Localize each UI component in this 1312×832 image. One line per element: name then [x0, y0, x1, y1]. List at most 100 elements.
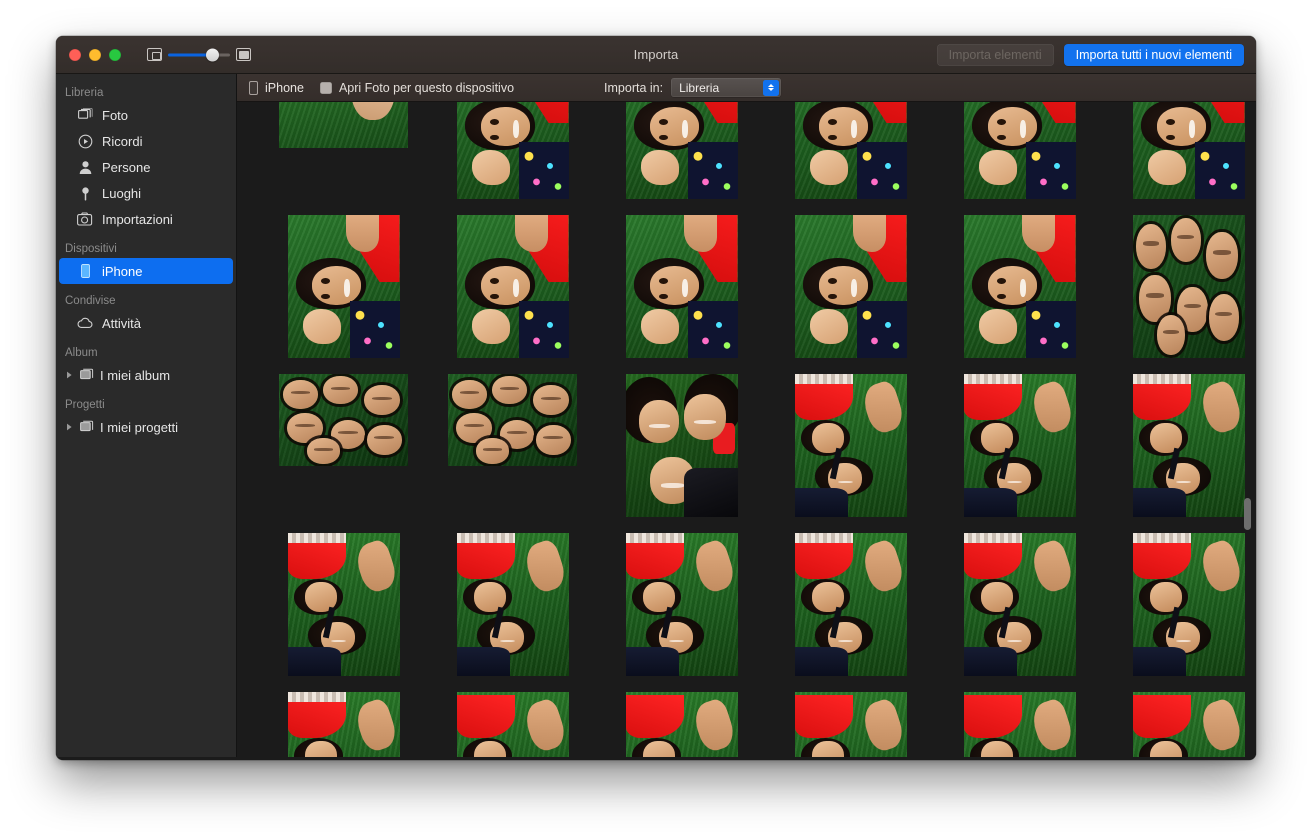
import-destination-group: Importa in: Libreria [604, 78, 782, 97]
photo-thumbnail[interactable] [625, 374, 738, 517]
chevron-right-icon[interactable] [65, 371, 74, 379]
photo-thumbnail[interactable] [456, 102, 569, 199]
sidebar-item-importazioni[interactable]: Importazioni [59, 206, 233, 232]
sidebar-item-i-miei-progetti[interactable]: I miei progetti [59, 414, 233, 440]
photo-thumbnail[interactable] [963, 692, 1076, 757]
thumbnail-zoom-control[interactable] [147, 48, 251, 62]
photo-cell[interactable] [935, 692, 1104, 757]
photo-cell[interactable] [428, 692, 597, 757]
photo-thumbnail[interactable] [625, 102, 738, 199]
photo-thumbnail[interactable] [625, 692, 738, 757]
small-thumbnail-icon[interactable] [147, 48, 162, 61]
album-stack-icon [79, 367, 95, 383]
photo-thumbnail[interactable] [625, 533, 738, 676]
photo-cell[interactable] [259, 215, 428, 358]
photo-thumbnail[interactable] [794, 374, 907, 517]
photo-thumbnail[interactable] [456, 533, 569, 676]
photo-cell[interactable] [428, 102, 597, 199]
sidebar-item-luoghi[interactable]: Luoghi [59, 180, 233, 206]
import-toolbar: iPhone Apri Foto per questo dispositivo … [237, 74, 1256, 102]
photo-cell[interactable] [428, 215, 597, 358]
photo-grid-viewport[interactable] [237, 102, 1256, 757]
close-window-button[interactable] [69, 48, 81, 61]
sidebar-item-ricordi[interactable]: Ricordi [59, 128, 233, 154]
sidebar-section-condivise: Condivise Attività [56, 290, 236, 336]
photo-cell[interactable] [259, 102, 428, 148]
iphone-device-icon [77, 263, 93, 279]
photo-cell[interactable] [935, 102, 1104, 199]
photo-cell[interactable] [766, 374, 935, 517]
photo-thumbnail[interactable] [1132, 215, 1245, 358]
photo-thumbnail[interactable] [963, 374, 1076, 517]
photo-thumbnail[interactable] [287, 533, 400, 676]
chevron-right-icon[interactable] [65, 423, 74, 431]
import-all-new-button[interactable]: Importa tutti i nuovi elementi [1063, 43, 1244, 66]
photo-thumbnail[interactable] [963, 215, 1076, 358]
photo-thumbnail[interactable] [794, 533, 907, 676]
photo-thumbnail[interactable] [1132, 102, 1245, 199]
photo-cell[interactable] [935, 374, 1104, 517]
photo-cell[interactable] [597, 692, 766, 757]
sidebar-item-i-miei-album[interactable]: I miei album [59, 362, 233, 388]
import-destination-value: Libreria [679, 80, 720, 95]
sidebar-item-attivita[interactable]: Attività [59, 310, 233, 336]
scrollbar-thumb[interactable] [1244, 498, 1251, 530]
titlebar-actions: Importa elementi Importa tutti i nuovi e… [936, 43, 1244, 66]
photo-cell[interactable] [766, 215, 935, 358]
photo-thumbnail[interactable] [456, 215, 569, 358]
open-photos-checkbox[interactable] [319, 81, 332, 94]
photo-thumbnail[interactable] [1132, 692, 1245, 757]
sidebar-header-condivise: Condivise [65, 295, 116, 307]
photo-cell[interactable] [597, 533, 766, 676]
photo-thumbnail[interactable] [456, 692, 569, 757]
photo-cell[interactable] [766, 102, 935, 199]
maximize-window-button[interactable] [109, 48, 121, 61]
photo-cell[interactable] [428, 374, 597, 466]
photo-thumbnail[interactable] [279, 374, 408, 466]
photo-thumbnail[interactable] [1132, 533, 1245, 676]
import-destination-select[interactable]: Libreria [671, 78, 782, 97]
sidebar-item-persone[interactable]: Persone [59, 154, 233, 180]
photo-cell[interactable] [1104, 374, 1256, 517]
photo-cell[interactable] [935, 215, 1104, 358]
vertical-scrollbar[interactable] [1243, 102, 1252, 757]
photo-cell[interactable] [259, 533, 428, 676]
photo-thumbnail[interactable] [287, 215, 400, 358]
photo-thumbnail[interactable] [625, 215, 738, 358]
photo-grid-row [259, 215, 1256, 358]
photo-thumbnail[interactable] [794, 692, 907, 757]
photo-cell[interactable] [1104, 533, 1256, 676]
large-thumbnail-icon[interactable] [236, 48, 251, 61]
sidebar-item-iphone[interactable]: iPhone [59, 258, 233, 284]
photo-cell[interactable] [597, 374, 766, 517]
photo-thumbnail[interactable] [963, 102, 1076, 199]
photo-cell[interactable] [259, 374, 428, 466]
sidebar-item-foto[interactable]: Foto [59, 102, 233, 128]
photo-thumbnail[interactable] [794, 215, 907, 358]
sidebar-item-label: I miei progetti [100, 419, 179, 435]
sidebar-section-progetti: Progetti I miei progetti [56, 394, 236, 440]
photo-thumbnail[interactable] [279, 102, 408, 148]
zoom-slider-thumb[interactable] [206, 48, 219, 61]
zoom-slider[interactable] [168, 48, 230, 62]
photo-cell[interactable] [766, 533, 935, 676]
photo-cell[interactable] [1104, 102, 1256, 199]
import-selected-button[interactable]: Importa elementi [936, 43, 1054, 66]
photo-cell[interactable] [597, 215, 766, 358]
minimize-window-button[interactable] [89, 48, 101, 61]
photo-thumbnail[interactable] [287, 692, 400, 757]
photo-thumbnail[interactable] [448, 374, 577, 466]
photo-cell[interactable] [1104, 692, 1256, 757]
photo-cell[interactable] [597, 102, 766, 199]
photo-thumbnail[interactable] [963, 533, 1076, 676]
photo-cell[interactable] [766, 692, 935, 757]
photo-thumbnail[interactable] [794, 102, 907, 199]
photo-cell[interactable] [935, 533, 1104, 676]
content-area: iPhone Apri Foto per questo dispositivo … [237, 74, 1256, 757]
photo-cell[interactable] [428, 533, 597, 676]
photo-thumbnail[interactable] [1132, 374, 1245, 517]
photo-cell[interactable] [259, 692, 428, 757]
chevron-updown-icon[interactable] [763, 79, 780, 96]
sidebar: Libreria Foto Ricordi Persone Luoghi Imp… [56, 74, 237, 757]
photo-cell[interactable] [1104, 215, 1256, 358]
